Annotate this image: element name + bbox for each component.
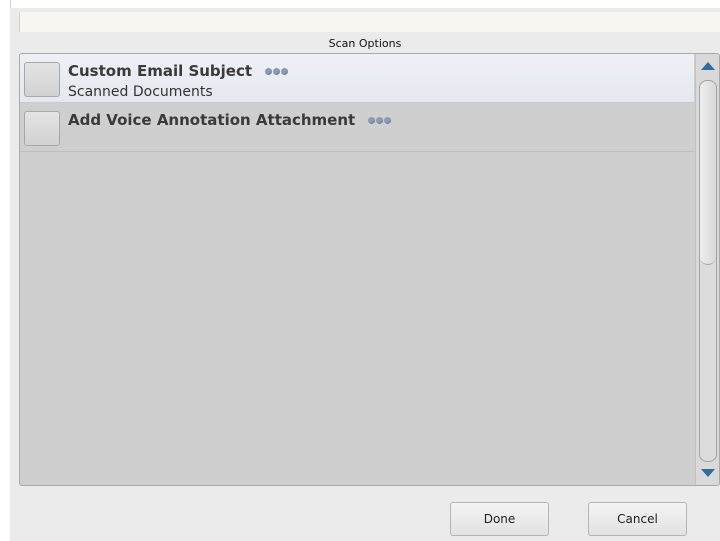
scroll-up-button[interactable] xyxy=(696,54,719,76)
vertical-scrollbar[interactable] xyxy=(695,54,719,485)
options-list: Custom Email Subject Scanned Documents A… xyxy=(19,53,720,486)
top-bar xyxy=(19,12,720,32)
scroll-track[interactable] xyxy=(699,80,717,462)
triangle-down-icon xyxy=(701,469,715,477)
done-button[interactable]: Done xyxy=(450,502,549,536)
more-dots-icon[interactable] xyxy=(368,110,392,128)
triangle-up-icon xyxy=(701,62,715,70)
option-checkbox[interactable] xyxy=(24,111,60,146)
option-label: Add Voice Annotation Attachment xyxy=(68,111,356,129)
option-checkbox[interactable] xyxy=(24,62,60,97)
scroll-thumb[interactable] xyxy=(700,81,716,265)
more-dots-icon[interactable] xyxy=(265,61,289,79)
option-row-custom-email-subject[interactable]: Custom Email Subject Scanned Documents xyxy=(20,54,694,103)
cancel-button[interactable]: Cancel xyxy=(588,502,687,536)
option-value: Scanned Documents xyxy=(68,84,213,100)
scan-options-dialog: Scan Options Custom Email Subject Scanne… xyxy=(10,8,720,541)
option-label: Custom Email Subject xyxy=(68,62,253,80)
dialog-title: Scan Options xyxy=(328,37,402,50)
scroll-down-button[interactable] xyxy=(696,463,719,485)
option-row-add-voice-annotation[interactable]: Add Voice Annotation Attachment xyxy=(20,103,694,152)
